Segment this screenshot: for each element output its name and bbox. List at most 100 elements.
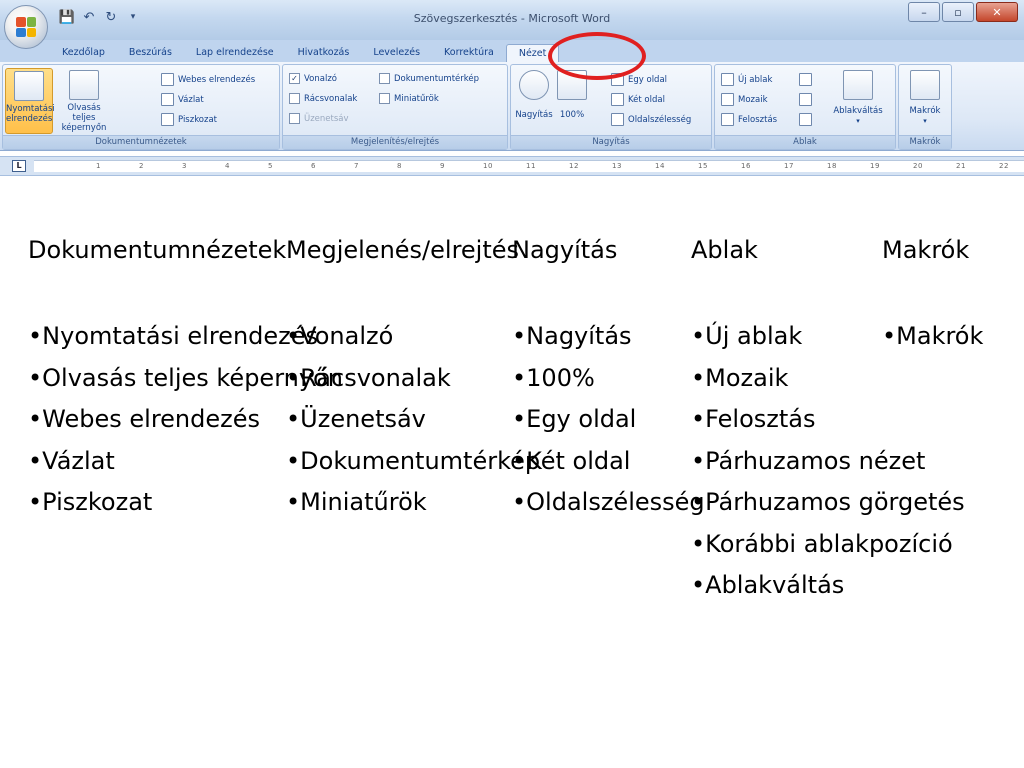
group-label-nagyitas: Nagyítás (511, 135, 711, 149)
webes-label: Webes elrendezés (178, 74, 256, 85)
group-label-dokumentumnezetek: Dokumentumnézetek (3, 135, 279, 149)
list-item: Nagyítás (512, 316, 705, 358)
group-dokumentumnezetek: Nyomtatási elrendezés Olvasás teljes kép… (2, 64, 280, 150)
ruler-number: 11 (526, 162, 536, 170)
list-item: Rácsvonalak (286, 358, 540, 400)
nyomtatasi-label-1: Nyomtatási (6, 104, 55, 114)
horizontal-ruler[interactable]: 1 2 3 4 5 6 7 8 9 10 11 12 13 14 15 16 17 18 19 20 21 22 (34, 160, 1024, 172)
unchecked-icon (289, 113, 300, 124)
unchecked-icon (289, 93, 300, 104)
window-title: Szövegszerkesztés - Microsoft Word (413, 12, 611, 25)
switch-windows-icon (843, 70, 873, 100)
tab-lap-elrendezese[interactable]: Lap elrendezése (184, 44, 286, 62)
window-controls: – ▫ ✕ (908, 2, 1018, 22)
group-label-makrok: Makrók (899, 135, 951, 149)
column-heading: Ablak (691, 236, 758, 264)
ruler-number: 5 (268, 162, 273, 170)
oldalszelesseg-button[interactable]: Oldalszélesség (611, 113, 691, 126)
mozaik-button[interactable]: Mozaik (721, 93, 768, 106)
uzenetsav-label: Üzenetsáv (304, 113, 349, 124)
chevron-down-icon: ▾ (923, 117, 927, 125)
ablakvaltas-button[interactable]: Ablakváltás ▾ (825, 68, 891, 132)
ruler-number: 15 (698, 162, 708, 170)
racsvonalak-checkbox[interactable]: Rácsvonalak (289, 93, 357, 104)
piszkozat-button[interactable]: Piszkozat (161, 113, 217, 126)
list-item: Párhuzamos görgetés (691, 482, 965, 524)
tab-kezdolap[interactable]: Kezdőlap (50, 44, 117, 62)
vazlat-button[interactable]: Vázlat (161, 93, 204, 106)
full-screen-reading-icon (69, 70, 99, 100)
office-button[interactable] (4, 5, 48, 49)
makrok-button[interactable]: Makrók ▾ (903, 68, 947, 132)
vazlat-label: Vázlat (178, 94, 204, 105)
oldalszelesseg-label: Oldalszélesség (628, 114, 692, 125)
reset-window-button[interactable] (799, 113, 812, 126)
office-logo-icon (16, 17, 36, 37)
olvasas-teljes-kepernyon-button[interactable]: Olvasás teljes képernyőn (55, 68, 113, 133)
close-button[interactable]: ✕ (976, 2, 1018, 22)
ablakvaltas-label: Ablakváltás (833, 106, 883, 116)
ruler-number: 6 (311, 162, 316, 170)
felosztas-button[interactable]: Felosztás (721, 113, 777, 126)
olvasas-label-2: képernyőn (61, 123, 107, 133)
list-item: Miniatűrök (286, 482, 540, 524)
tab-levelezes[interactable]: Levelezés (361, 44, 432, 62)
column-nagyitas: Nagyítás Nagyítás 100% Egy oldal Két old… (512, 234, 705, 516)
reset-window-position-icon (799, 113, 812, 126)
egy-oldal-label: Egy oldal (628, 74, 668, 85)
olvasas-label-1: Olvasás teljes (67, 103, 101, 123)
bullet-list: Makrók (882, 316, 983, 358)
highlight-circle (548, 32, 646, 80)
sync-scroll-button[interactable] (799, 93, 812, 106)
list-item: Makrók (882, 316, 983, 358)
nyomtatasi-label-2: elrendezés (6, 114, 53, 124)
list-item: Korábbi ablakpozíció (691, 524, 965, 566)
column-heading: Dokumentumnézetek (28, 236, 287, 264)
tab-korrektura[interactable]: Korrektúra (432, 44, 506, 62)
tab-selector-button[interactable]: L (12, 160, 26, 172)
list-item: Felosztás (691, 399, 965, 441)
nagyitas-button[interactable]: Nagyítás (515, 68, 553, 132)
arrange-all-icon (721, 93, 734, 106)
mozaik-label: Mozaik (738, 94, 768, 105)
nagyitas-label: Nagyítás (515, 110, 553, 120)
minimize-button[interactable]: – (908, 2, 940, 22)
tab-hivatkozas[interactable]: Hivatkozás (286, 44, 362, 62)
szaz-label: 100% (559, 110, 585, 120)
ruler-number: 3 (182, 162, 187, 170)
ket-oldal-button[interactable]: Két oldal (611, 93, 665, 106)
title-bar: 💾 ↶ ↻ ▾ Szövegszerkesztés - Microsoft Wo… (0, 0, 1024, 49)
group-label-megjelenites: Megjelenítés/elrejtés (283, 135, 507, 149)
side-by-side-icon (799, 73, 812, 86)
webes-elrendezes-button[interactable]: Webes elrendezés (161, 73, 255, 86)
side-by-side-button[interactable] (799, 73, 812, 86)
felosztas-label: Felosztás (738, 114, 778, 125)
ruler-number: 2 (139, 162, 144, 170)
column-heading: Megjelenés/elrejtés (286, 236, 520, 264)
ruler-number: 17 (784, 162, 794, 170)
list-item: Két oldal (512, 441, 705, 483)
list-item: Dokumentumtérkép (286, 441, 540, 483)
list-item: Vonalzó (286, 316, 540, 358)
unchecked-icon (379, 73, 390, 84)
uzenetsav-checkbox[interactable]: Üzenetsáv (289, 113, 349, 124)
miniaturok-checkbox[interactable]: Miniatűrök (379, 93, 439, 104)
ruler-number: 7 (354, 162, 359, 170)
makrok-label: Makrók (909, 106, 941, 116)
chevron-down-icon: ▾ (856, 117, 860, 125)
outline-icon (161, 93, 174, 106)
bullet-list: Új ablak Mozaik Felosztás Párhuzamos néz… (691, 316, 965, 607)
vonalzo-checkbox[interactable]: ✓ Vonalzó (289, 73, 337, 84)
tab-beszuras[interactable]: Beszúrás (117, 44, 184, 62)
ruler: L 1 2 3 4 5 6 7 8 9 10 11 12 13 14 15 16 17 18 19 20 21 22 (0, 156, 1024, 176)
ruler-number: 1 (96, 162, 101, 170)
dokumentumterkep-checkbox[interactable]: Dokumentumtérkép (379, 73, 479, 84)
page-width-icon (611, 113, 624, 126)
uj-ablak-button[interactable]: Új ablak (721, 73, 772, 86)
nyomtatasi-elrendezes-button[interactable]: Nyomtatási elrendezés (5, 68, 55, 134)
piszkozat-label: Piszkozat (178, 114, 218, 125)
maximize-button[interactable]: ▫ (942, 2, 974, 22)
split-icon (721, 113, 734, 126)
ruler-number: 18 (827, 162, 837, 170)
ket-oldal-label: Két oldal (628, 94, 665, 105)
